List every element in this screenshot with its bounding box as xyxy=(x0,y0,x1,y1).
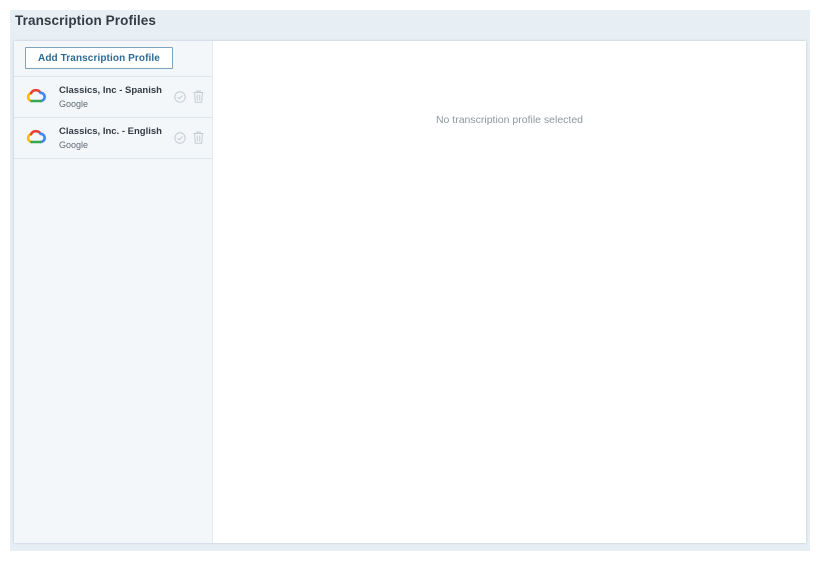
profile-name: Classics, Inc. - English xyxy=(59,126,162,137)
transcription-profiles-page: Transcription Profiles Add Transcription… xyxy=(10,10,810,551)
page-title: Transcription Profiles xyxy=(15,13,156,28)
profile-provider: Google xyxy=(59,140,89,150)
check-circle-icon[interactable] xyxy=(174,91,186,103)
add-transcription-profile-button[interactable]: Add Transcription Profile xyxy=(25,47,173,69)
profile-name: Classics, Inc - Spanish xyxy=(59,85,162,96)
profiles-sidebar: Add Transcription Profile Classics, Inc … xyxy=(14,41,213,543)
trash-icon[interactable] xyxy=(193,131,204,144)
profiles-panel: Add Transcription Profile Classics, Inc … xyxy=(14,41,806,543)
profile-detail-area: No transcription profile selected xyxy=(213,41,806,543)
sidebar-header: Add Transcription Profile xyxy=(14,41,212,77)
profile-item-spanish[interactable]: Classics, Inc - Spanish Google xyxy=(14,77,212,118)
profile-item-english[interactable]: Classics, Inc. - English Google xyxy=(14,118,212,159)
google-cloud-icon xyxy=(26,129,46,144)
profile-provider: Google xyxy=(59,99,89,109)
google-cloud-icon xyxy=(26,88,46,103)
check-circle-icon[interactable] xyxy=(174,132,186,144)
trash-icon[interactable] xyxy=(193,90,204,103)
empty-state-message: No transcription profile selected xyxy=(435,114,584,126)
